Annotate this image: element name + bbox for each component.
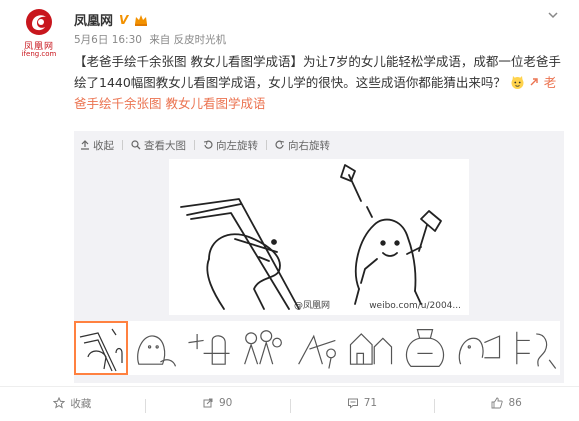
view-large-button[interactable]: 查看大图 <box>123 138 194 153</box>
avatar[interactable]: 凤凰网 ifeng.com <box>14 8 64 58</box>
user-line: 凤凰网 V <box>74 10 148 29</box>
ifeng-logo-icon <box>26 9 52 35</box>
thumbnail-7[interactable] <box>398 321 452 375</box>
thumbnail-3-image <box>188 333 230 365</box>
thumbnail-2-image <box>137 335 177 367</box>
watermark-left: @凤凰网 <box>294 301 331 311</box>
thumbnail-9[interactable] <box>506 321 560 375</box>
thumbnail-8-image <box>458 335 501 365</box>
collapse-icon <box>81 140 89 150</box>
thumbnail-5-image <box>298 334 336 369</box>
rotate-left-label: 向左旋转 <box>216 139 258 152</box>
comment-icon <box>347 398 358 409</box>
comment-count: 71 <box>363 397 378 409</box>
illustration-drawing <box>180 164 442 310</box>
media-panel: 收起 查看大图 向左旋转 向右旋转 @凤凰网 weibo.com/u/2004.… <box>74 131 564 383</box>
post-source[interactable]: 来自 反皮时光机 <box>149 34 226 46</box>
thumbnail-3[interactable] <box>182 321 236 375</box>
avatar-url: ifeng.com <box>21 50 57 58</box>
view-large-label: 查看大图 <box>144 139 186 152</box>
weibo-post-card: 凤凰网 ifeng.com 凤凰网 V 5月6日 16:30 来自 反皮时光机 … <box>0 0 579 421</box>
repost-icon <box>203 398 213 408</box>
post-time[interactable]: 5月6日 16:30 <box>74 34 142 46</box>
comment-button[interactable]: 71 <box>289 397 435 413</box>
magnifier-icon <box>131 140 141 150</box>
rotate-right-icon <box>275 140 285 149</box>
repost-button[interactable]: 90 <box>144 397 290 413</box>
rotate-left-icon <box>203 140 213 149</box>
link-icon <box>530 78 538 86</box>
collapse-label: 收起 <box>93 139 114 152</box>
thumbnail-7-image <box>405 329 445 367</box>
rotate-right-button[interactable]: 向右旋转 <box>267 138 338 153</box>
like-button[interactable]: 86 <box>434 397 579 413</box>
repost-count: 90 <box>218 397 233 409</box>
favorite-label: 收藏 <box>70 397 92 410</box>
media-toolbar: 收起 查看大图 向左旋转 向右旋转 <box>74 131 564 159</box>
chevron-down-icon[interactable] <box>547 9 559 21</box>
thumbnail-6[interactable] <box>344 321 398 375</box>
thumbnail-9-image <box>516 331 557 369</box>
watermark-right: weibo.com/u/2004... <box>369 301 461 311</box>
thumbnail-5[interactable] <box>290 321 344 375</box>
thumbnail-strip <box>74 321 564 375</box>
thumbnail-6-image <box>349 333 393 365</box>
thumbnail-1-image <box>79 328 123 372</box>
user-name[interactable]: 凤凰网 <box>74 10 113 29</box>
action-bar: 收藏 90 71 86 <box>0 386 579 419</box>
star-icon <box>53 397 66 409</box>
rotate-left-button[interactable]: 向左旋转 <box>195 138 266 153</box>
post-meta: 5月6日 16:30 来自 反皮时光机 <box>74 32 230 47</box>
post-text: 【老爸手绘千余张图 教女儿看图学成语】为让7岁的女儿能轻松学成语，成都一位老爸手… <box>74 51 564 114</box>
thumbnail-4-image <box>244 330 282 365</box>
favorite-button[interactable]: 收藏 <box>0 396 145 411</box>
post-body: 【老爸手绘千余张图 教女儿看图学成语】为让7岁的女儿能轻松学成语，成都一位老爸手… <box>74 54 561 90</box>
thumbnail-2[interactable] <box>128 321 182 375</box>
thumbnail-4[interactable] <box>236 321 290 375</box>
cat-emoji-icon <box>511 76 524 89</box>
like-count: 86 <box>508 397 522 409</box>
crown-icon[interactable] <box>134 14 148 26</box>
verified-badge[interactable]: V <box>119 13 128 27</box>
thumbs-up-icon <box>491 397 504 409</box>
collapse-button[interactable]: 收起 <box>74 138 122 153</box>
thumbnail-8[interactable] <box>452 321 506 375</box>
main-image[interactable]: @凤凰网 weibo.com/u/2004... <box>169 159 469 315</box>
thumbnail-1[interactable] <box>74 321 128 375</box>
rotate-right-label: 向右旋转 <box>288 139 330 152</box>
